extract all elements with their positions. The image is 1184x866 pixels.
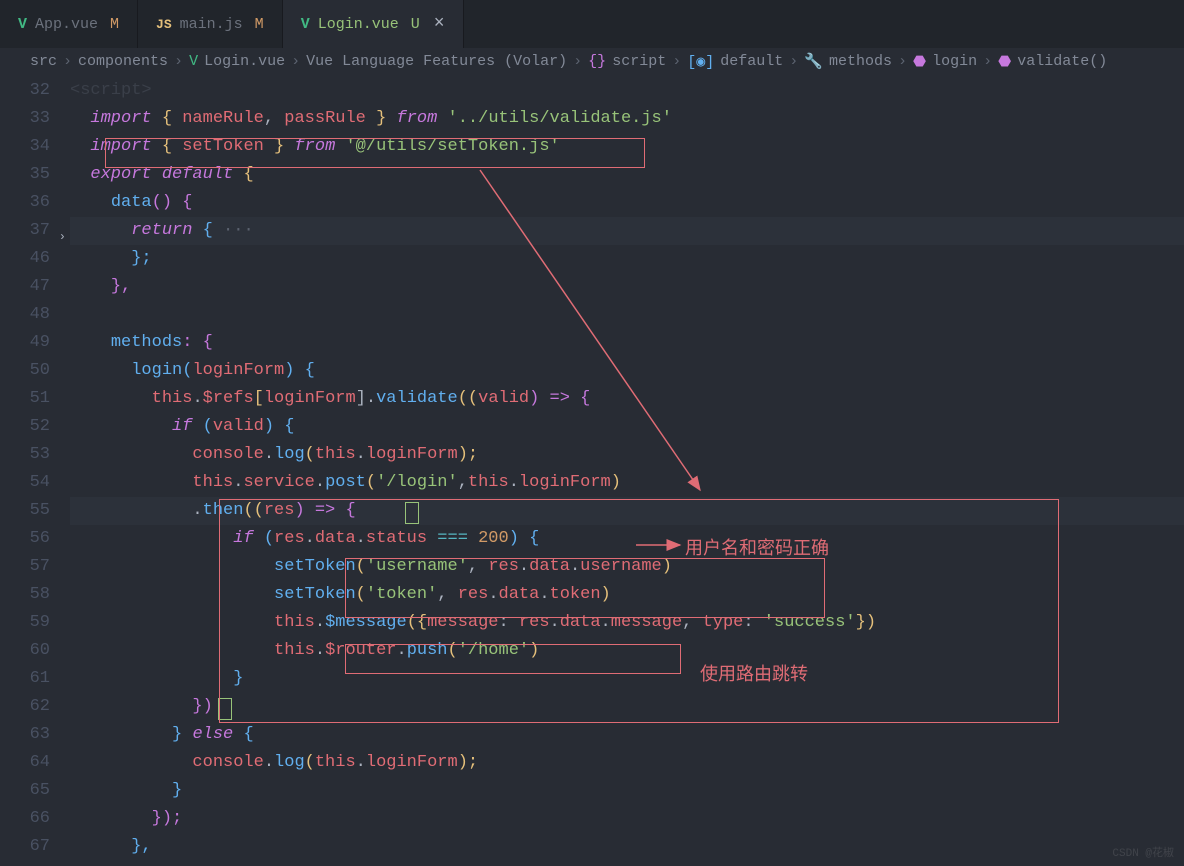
line-number: 57	[0, 553, 50, 581]
line-number: 51	[0, 385, 50, 413]
crumb[interactable]: validate()	[1017, 53, 1107, 70]
line-number: 50	[0, 357, 50, 385]
chevron-right-icon: ›	[291, 53, 300, 70]
tab-label: main.js	[180, 16, 243, 33]
tab-main-js[interactable]: JS main.js M	[138, 0, 283, 48]
line-number: 53	[0, 441, 50, 469]
line-number: 36	[0, 189, 50, 217]
crumb[interactable]: methods	[829, 53, 892, 70]
braces-icon: {}	[588, 53, 606, 70]
close-icon[interactable]: ×	[434, 14, 445, 34]
line-number: 58	[0, 581, 50, 609]
line-number: 66	[0, 805, 50, 833]
line-number: 59	[0, 609, 50, 637]
line-number: 34	[0, 133, 50, 161]
line-number: 64	[0, 749, 50, 777]
symbol-icon: [◉]	[687, 52, 714, 71]
line-number: 35	[0, 161, 50, 189]
modified-badge: M	[110, 16, 119, 33]
line-number: 49	[0, 329, 50, 357]
crumb[interactable]: login	[932, 53, 977, 70]
line-number: 33	[0, 105, 50, 133]
chevron-right-icon: ›	[174, 53, 183, 70]
watermark: CSDN @花椒	[1112, 844, 1174, 860]
line-number: 32	[0, 77, 50, 105]
code-editor[interactable]: 32 33 34 35 36 37› 46 47 48 49 50 51 52 …	[0, 77, 1184, 861]
crumb[interactable]: script	[612, 53, 666, 70]
fold-icon[interactable]: ›	[59, 223, 66, 251]
untracked-badge: U	[411, 16, 420, 33]
tab-bar: V App.vue M JS main.js M V Login.vue U ×	[0, 0, 1184, 48]
line-number: 67	[0, 833, 50, 861]
annotation-text-2: 使用路由跳转	[700, 660, 808, 686]
chevron-right-icon: ›	[672, 53, 681, 70]
chevron-right-icon: ›	[63, 53, 72, 70]
chevron-right-icon: ›	[789, 53, 798, 70]
tab-label: Login.vue	[318, 16, 399, 33]
crumb[interactable]: components	[78, 53, 168, 70]
tab-login-vue[interactable]: V Login.vue U ×	[283, 0, 464, 48]
line-number: 37›	[0, 217, 50, 245]
line-number: 54	[0, 469, 50, 497]
line-number: 47	[0, 273, 50, 301]
crumb[interactable]: Vue Language Features (Volar)	[306, 53, 567, 70]
tab-label: App.vue	[35, 16, 98, 33]
wrench-icon: 🔧	[804, 52, 823, 71]
cube-icon: ⬣	[998, 52, 1011, 71]
vue-icon: V	[301, 16, 310, 33]
crumb[interactable]: default	[720, 53, 783, 70]
line-gutter: 32 33 34 35 36 37› 46 47 48 49 50 51 52 …	[0, 77, 70, 861]
js-icon: JS	[156, 17, 172, 32]
chevron-right-icon: ›	[898, 53, 907, 70]
vue-icon: V	[189, 53, 198, 70]
code-content[interactable]: <script> import { nameRule, passRule } f…	[70, 77, 1184, 861]
line-number: 63	[0, 721, 50, 749]
line-number: 62	[0, 693, 50, 721]
line-number: 61	[0, 665, 50, 693]
line-number: 56	[0, 525, 50, 553]
line-number: 60	[0, 637, 50, 665]
line-number: 46	[0, 245, 50, 273]
tab-app-vue[interactable]: V App.vue M	[0, 0, 138, 48]
crumb[interactable]: src	[30, 53, 57, 70]
line-number: 48	[0, 301, 50, 329]
chevron-right-icon: ›	[573, 53, 582, 70]
line-number: 55	[0, 497, 50, 525]
line-number: 65	[0, 777, 50, 805]
cube-icon: ⬣	[913, 52, 926, 71]
annotation-text-1: 用户名和密码正确	[685, 534, 829, 560]
breadcrumb[interactable]: src › components › V Login.vue › Vue Lan…	[0, 48, 1184, 77]
crumb[interactable]: Login.vue	[204, 53, 285, 70]
chevron-right-icon: ›	[983, 53, 992, 70]
modified-badge: M	[255, 16, 264, 33]
line-number: 52	[0, 413, 50, 441]
vue-icon: V	[18, 16, 27, 33]
